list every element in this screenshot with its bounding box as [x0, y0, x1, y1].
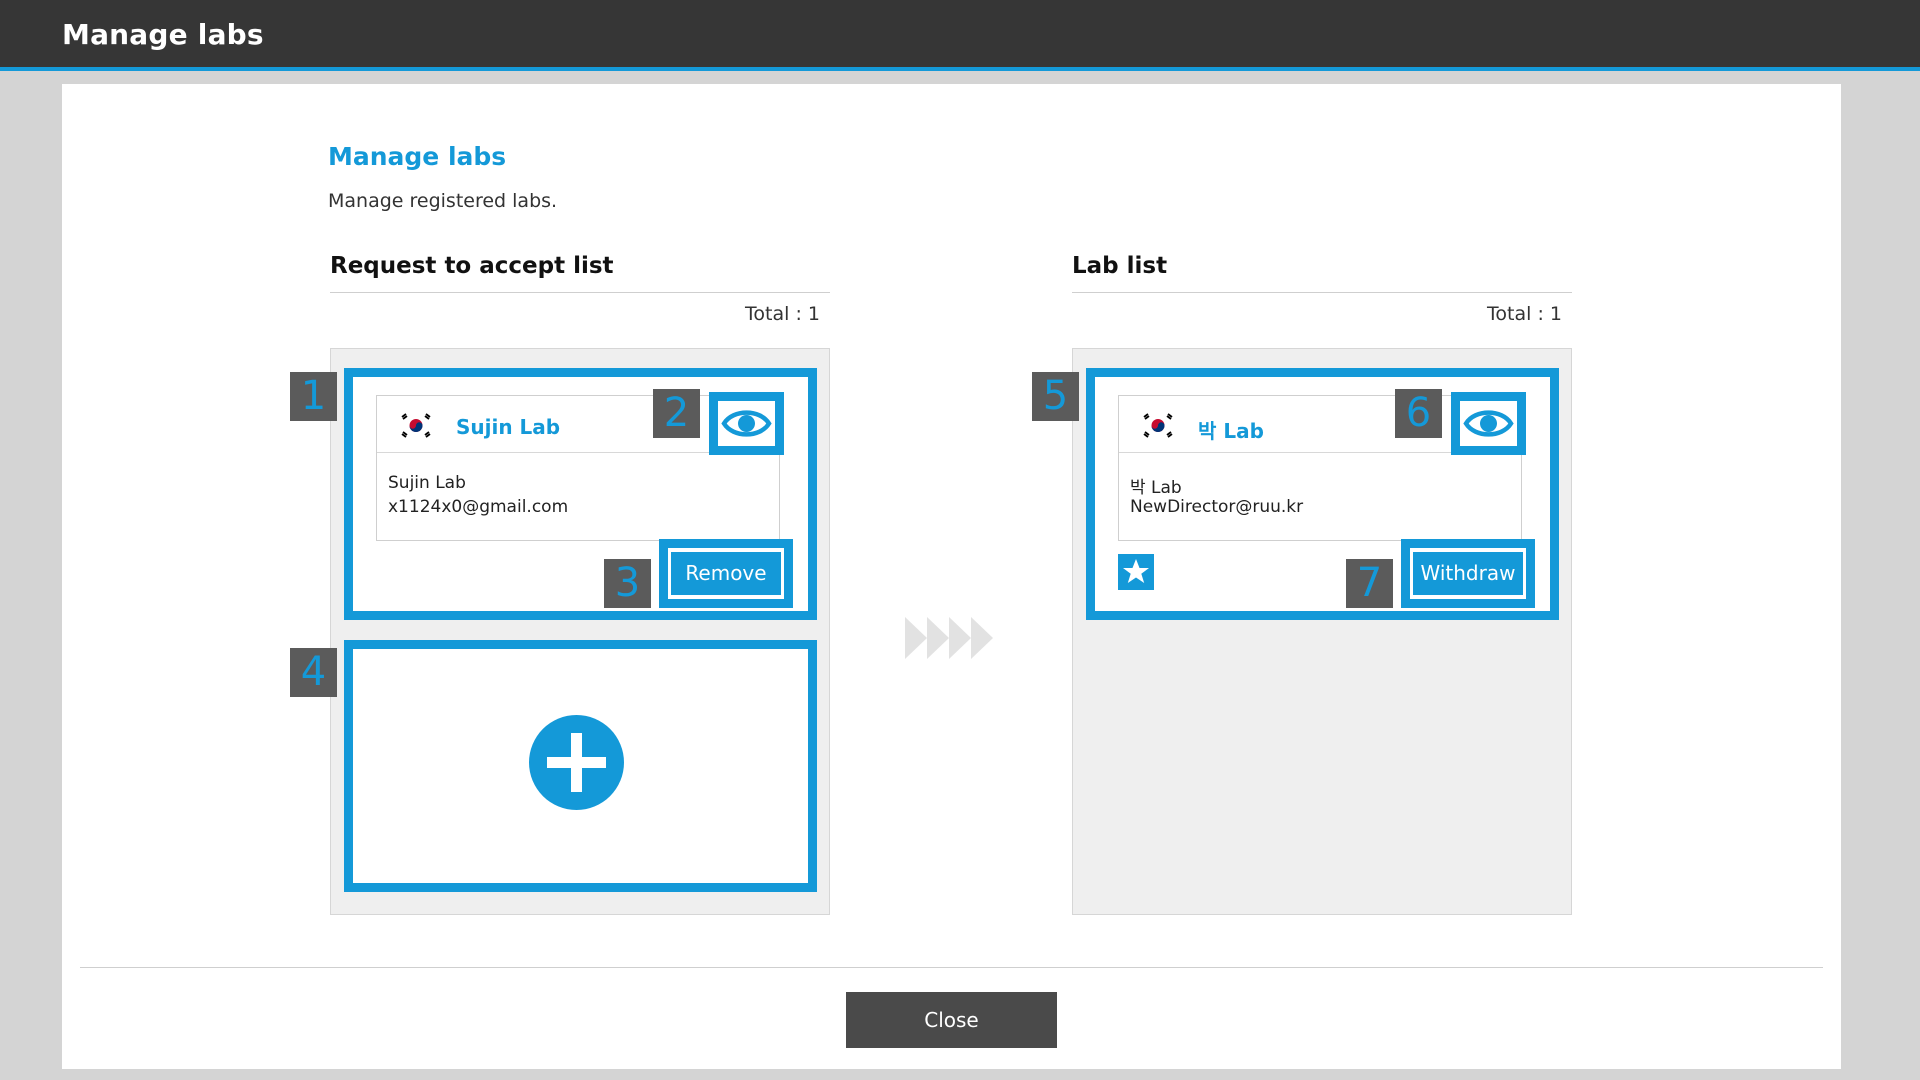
request-list-divider	[330, 292, 830, 293]
close-button[interactable]: Close	[846, 992, 1057, 1048]
eye-icon	[721, 410, 772, 437]
add-lab-button[interactable]	[344, 640, 817, 892]
page-title: Manage labs	[328, 142, 507, 171]
favorite-button[interactable]	[1118, 554, 1154, 590]
eye-icon	[1463, 410, 1514, 437]
lab-list-title: Lab list	[1072, 253, 1168, 279]
footer-divider	[80, 967, 1823, 968]
remove-button[interactable]: Remove	[671, 552, 781, 595]
callout-badge-1: 1	[290, 372, 337, 421]
title-bar: Manage labs	[0, 0, 1920, 71]
request-card-email: x1124x0@gmail.com	[388, 497, 569, 517]
window-title: Manage labs	[62, 18, 264, 51]
request-card-name: Sujin Lab	[456, 415, 561, 439]
callout-badge-2: 2	[653, 389, 700, 438]
lab-list-total: Total : 1	[1487, 303, 1562, 325]
korea-flag-icon	[1139, 412, 1177, 439]
lab-card-name: 박 Lab	[1198, 419, 1264, 443]
forward-arrows-icon	[905, 617, 996, 659]
callout-badge-4: 4	[290, 648, 337, 697]
manage-labs-dialog: Manage labs Manage registered labs. Requ…	[62, 84, 1841, 1069]
lab-card-line1: 박 Lab	[1130, 478, 1182, 498]
callout-badge-3: 3	[604, 559, 651, 608]
withdraw-button[interactable]: Withdraw	[1413, 552, 1523, 595]
lab-list-divider	[1072, 292, 1572, 293]
lab-card-email: NewDirector@ruu.kr	[1130, 497, 1304, 517]
callout-badge-6: 6	[1395, 389, 1442, 438]
request-view-button[interactable]	[721, 404, 772, 443]
callout-badge-7: 7	[1346, 559, 1393, 608]
star-icon	[1123, 559, 1149, 583]
callout-badge-5: 5	[1032, 372, 1079, 421]
request-list-title: Request to accept list	[330, 253, 614, 279]
page-description: Manage registered labs.	[328, 190, 558, 212]
korea-flag-icon	[397, 412, 435, 439]
request-list-total: Total : 1	[745, 303, 820, 325]
plus-circle-icon	[529, 715, 624, 810]
request-card-line1: Sujin Lab	[388, 473, 466, 493]
lab-view-button[interactable]	[1463, 404, 1514, 443]
